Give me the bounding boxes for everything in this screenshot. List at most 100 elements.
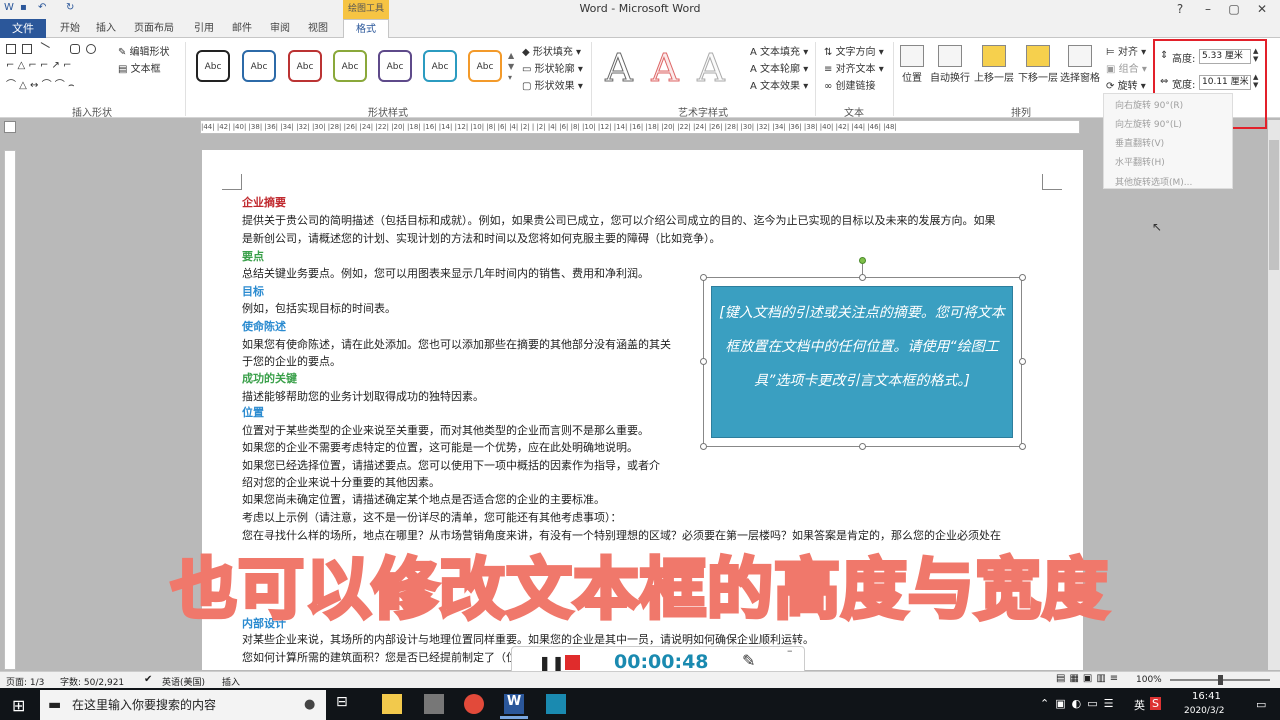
- wrap-text-button[interactable]: 自动换行: [930, 42, 970, 84]
- shape-fill-button[interactable]: ◆ 形状填充 ▾: [522, 43, 581, 58]
- shape-style-7[interactable]: Abc: [468, 50, 502, 82]
- tab-home[interactable]: 开始: [60, 19, 80, 38]
- resize-handle[interactable]: [1019, 443, 1026, 450]
- language[interactable]: 英语(美国): [162, 675, 205, 688]
- clock-date[interactable]: 2020/3/2: [1184, 706, 1224, 716]
- word-count[interactable]: 字数: 50/2,921: [60, 675, 124, 688]
- app-tray-icon[interactable]: S: [1150, 697, 1161, 710]
- insert-mode[interactable]: 插入: [222, 675, 240, 688]
- view-buttons[interactable]: ▤▦▣▥≡: [1056, 673, 1122, 684]
- arrow-shape-icon[interactable]: ⌒ △ ↔ ⌒ ⌒ ⌢: [6, 76, 75, 91]
- group-button[interactable]: ▣ 组合 ▾: [1106, 60, 1147, 75]
- selection-pane-label: 选择窗格: [1060, 73, 1100, 84]
- more-rotation-options-item[interactable]: 其他旋转选项(M)...: [1115, 175, 1192, 188]
- tab-view[interactable]: 视图: [308, 19, 328, 38]
- taskbar-search-box[interactable]: 在这里输入你要搜索的内容: [40, 690, 326, 720]
- mouse-cursor-icon: ↖: [1152, 220, 1163, 234]
- shape-style-6[interactable]: Abc: [423, 50, 457, 82]
- chrome-icon[interactable]: [464, 694, 484, 714]
- resize-handle[interactable]: [1019, 274, 1026, 281]
- flip-vertical-item[interactable]: 垂直翻转(V): [1115, 136, 1164, 149]
- zoom-level[interactable]: 100%: [1136, 675, 1162, 685]
- text-effects-button[interactable]: A 文本效果 ▾: [750, 77, 808, 92]
- text-box-button[interactable]: ▤ 文本框: [118, 60, 161, 75]
- zoom-slider-thumb[interactable]: [1218, 675, 1223, 685]
- rounded-rect-shape-icon[interactable]: [70, 44, 80, 54]
- textbox-shape-icon[interactable]: [22, 44, 32, 54]
- word-taskbar-icon[interactable]: W: [504, 694, 524, 714]
- selection-pane-button[interactable]: 选择窗格: [1060, 42, 1100, 84]
- align-button[interactable]: ⊨ 对齐 ▾: [1106, 43, 1146, 58]
- flip-horizontal-item[interactable]: 水平翻转(H): [1115, 155, 1165, 168]
- minimize-button[interactable]: –: [1194, 0, 1222, 19]
- text-outline-button[interactable]: A 文本轮廓 ▾: [750, 60, 808, 75]
- windows-start-icon[interactable]: ⊞: [12, 696, 25, 715]
- resize-handle[interactable]: [859, 443, 866, 450]
- shape-style-1[interactable]: Abc: [196, 50, 230, 82]
- task-view-icon[interactable]: ⊟: [336, 694, 356, 714]
- send-backward-button[interactable]: 下移一层: [1018, 42, 1058, 84]
- tab-insert[interactable]: 插入: [96, 19, 116, 38]
- file-explorer-icon[interactable]: [382, 694, 402, 714]
- tab-review[interactable]: 审阅: [270, 19, 290, 38]
- scrollbar-thumb[interactable]: [1269, 140, 1279, 270]
- tab-page-layout[interactable]: 页面布局: [134, 19, 174, 38]
- ime-indicator[interactable]: 英: [1134, 697, 1145, 713]
- tab-mailings[interactable]: 邮件: [232, 19, 252, 38]
- shape-style-2[interactable]: Abc: [242, 50, 276, 82]
- wordart-style-3[interactable]: A: [692, 48, 730, 89]
- system-tray-icons[interactable]: ⌃▣◐▭☰: [1040, 697, 1119, 710]
- shape-outline-button[interactable]: ▭ 形状轮廓 ▾: [522, 60, 583, 75]
- align-text-button[interactable]: ≡ 对齐文本 ▾: [824, 60, 884, 75]
- ruler-tab-selector[interactable]: [4, 121, 16, 133]
- resize-handle[interactable]: [700, 274, 707, 281]
- text-direction-button[interactable]: ⇅ 文字方向 ▾: [824, 43, 884, 58]
- tab-format[interactable]: 格式: [343, 19, 389, 39]
- bring-forward-button[interactable]: 上移一层: [974, 42, 1014, 84]
- stop-icon[interactable]: [565, 655, 580, 670]
- resize-handle[interactable]: [1019, 358, 1026, 365]
- resize-handle[interactable]: [700, 443, 707, 450]
- calculator-icon[interactable]: [424, 694, 444, 714]
- insert-shapes-group-label: 插入形状: [72, 108, 112, 119]
- recorder-taskbar-icon[interactable]: [546, 694, 566, 714]
- clock-time[interactable]: 16:41: [1192, 691, 1221, 702]
- rotate-left-90-item[interactable]: 向左旋转 90°(L): [1115, 117, 1182, 130]
- rectangle-shape-icon[interactable]: [6, 44, 16, 54]
- shape-gallery[interactable]: ⌐ △ ⌐ ⌐ ↗ ⌐ ⌒ △ ↔ ⌒ ⌒ ⌢: [6, 42, 102, 91]
- position-button[interactable]: 位置: [892, 42, 932, 84]
- rotate-button[interactable]: ⟳ 旋转 ▾: [1106, 77, 1146, 92]
- pen-icon[interactable]: ✎: [742, 651, 755, 670]
- help-icon[interactable]: ?: [1166, 0, 1194, 19]
- proofing-icon[interactable]: ✔: [144, 674, 152, 685]
- rotation-handle[interactable]: [859, 257, 866, 264]
- resize-handle[interactable]: [700, 358, 707, 365]
- tab-file[interactable]: 文件: [0, 19, 46, 38]
- shape-effects-button[interactable]: ▢ 形状效果 ▾: [522, 77, 583, 92]
- triangle-shape-icon[interactable]: ⌐ △ ⌐ ⌐ ↗ ⌐: [6, 60, 71, 71]
- paragraph: 如果您已经选择位置，请描述要点。您可以使用下一项中概括的因素作为指导，或者介: [242, 459, 660, 472]
- recorder-minimize-icon[interactable]: –: [787, 644, 793, 657]
- edit-shape-button[interactable]: ✎ 编辑形状: [118, 43, 170, 58]
- shape-styles-scroll[interactable]: ▲ ▼ ▾: [508, 50, 518, 84]
- horizontal-ruler[interactable]: |44| |42| |40| |38| |36| |34| |32| |30| …: [200, 120, 1080, 134]
- oval-shape-icon[interactable]: [86, 44, 96, 54]
- tab-references[interactable]: 引用: [194, 19, 214, 38]
- text-fill-button[interactable]: A 文本填充 ▾: [750, 43, 808, 58]
- shape-style-3[interactable]: Abc: [288, 50, 322, 82]
- restore-button[interactable]: ▢: [1220, 0, 1248, 19]
- notification-icon[interactable]: ▭: [1256, 698, 1266, 711]
- shape-style-4[interactable]: Abc: [333, 50, 367, 82]
- rotate-right-90-item[interactable]: 向右旋转 90°(R): [1115, 98, 1183, 111]
- resize-handle[interactable]: [859, 274, 866, 281]
- create-link-button[interactable]: ∞ 创建链接: [824, 77, 876, 92]
- wordart-style-1[interactable]: A: [600, 48, 638, 89]
- page-count[interactable]: 页面: 1/3: [6, 675, 44, 688]
- microphone-icon[interactable]: ●: [304, 697, 315, 712]
- shape-style-5[interactable]: Abc: [378, 50, 412, 82]
- wordart-style-2[interactable]: A: [646, 48, 684, 89]
- close-button[interactable]: ✕: [1248, 0, 1276, 19]
- line-shape-icon[interactable]: [36, 42, 50, 56]
- text-fill-label: 文本填充: [760, 47, 801, 58]
- textbox-text[interactable]: [键入文档的引述或关注点的摘要。您可将文本框放置在文档中的任何位置。请使用“绘图…: [718, 296, 1006, 398]
